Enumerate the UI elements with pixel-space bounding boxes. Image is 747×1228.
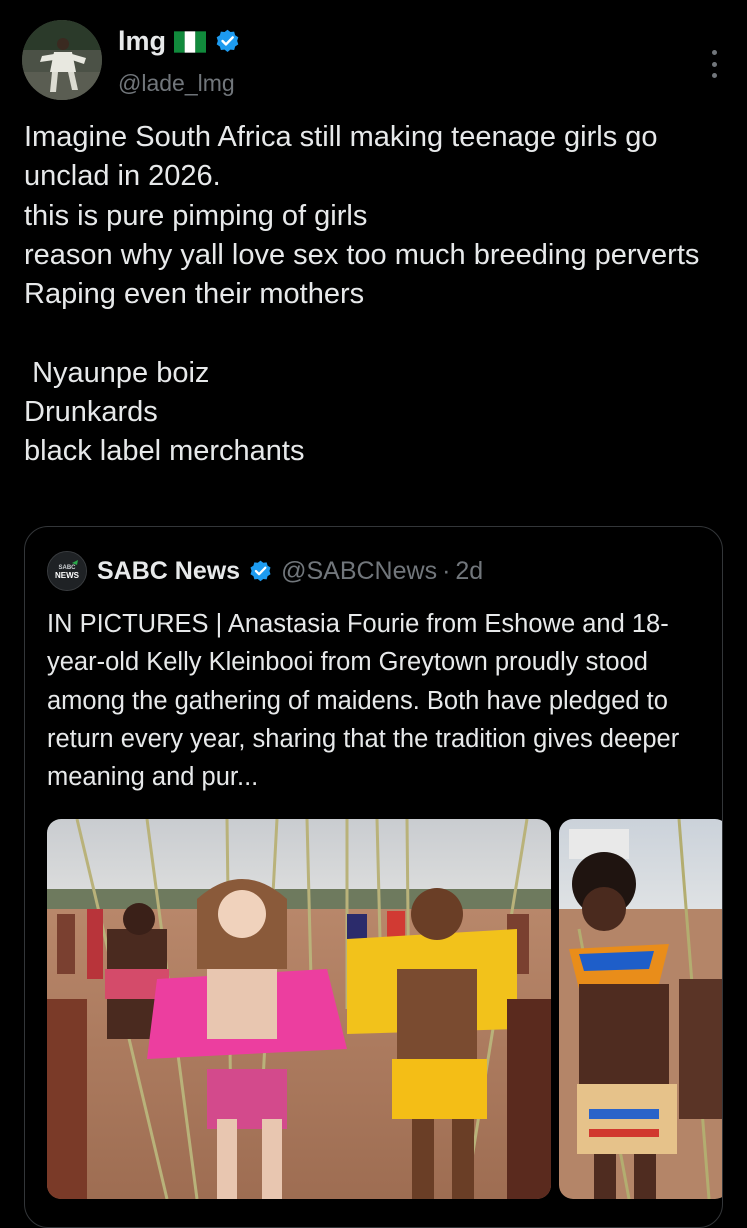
quoted-handle[interactable]: @SABCNews [281, 557, 437, 586]
quoted-timestamp[interactable]: 2d [455, 557, 483, 586]
photo-2[interactable] [559, 819, 722, 1199]
photo-1[interactable] [47, 819, 551, 1199]
tweet-header: lmg @lade_lmg [22, 20, 727, 102]
nigeria-flag-icon [174, 30, 207, 53]
quoted-tweet-header: SABC NEWS SABC News @SABCNews · 2d [47, 551, 483, 591]
verified-badge-icon [214, 28, 241, 55]
user-handle[interactable]: @lade_lmg [118, 70, 235, 97]
logo-bottom-text: NEWS [55, 571, 80, 580]
dot-separator: · [442, 556, 451, 585]
display-name[interactable]: lmg [118, 26, 166, 57]
quoted-display-name[interactable]: SABC News [97, 557, 240, 586]
quoted-tweet-text: IN PICTURES | Anastasia Fourie from Esho… [47, 610, 687, 792]
tweet-text: Imagine South Africa still making teenag… [24, 121, 700, 468]
more-options-icon[interactable] [709, 50, 719, 78]
quoted-tweet[interactable]: SABC NEWS SABC News @SABCNews · 2d IN PI… [24, 526, 723, 1228]
sabc-news-logo[interactable]: SABC NEWS [47, 551, 87, 591]
verified-badge-icon [248, 559, 273, 584]
avatar[interactable] [22, 20, 102, 100]
